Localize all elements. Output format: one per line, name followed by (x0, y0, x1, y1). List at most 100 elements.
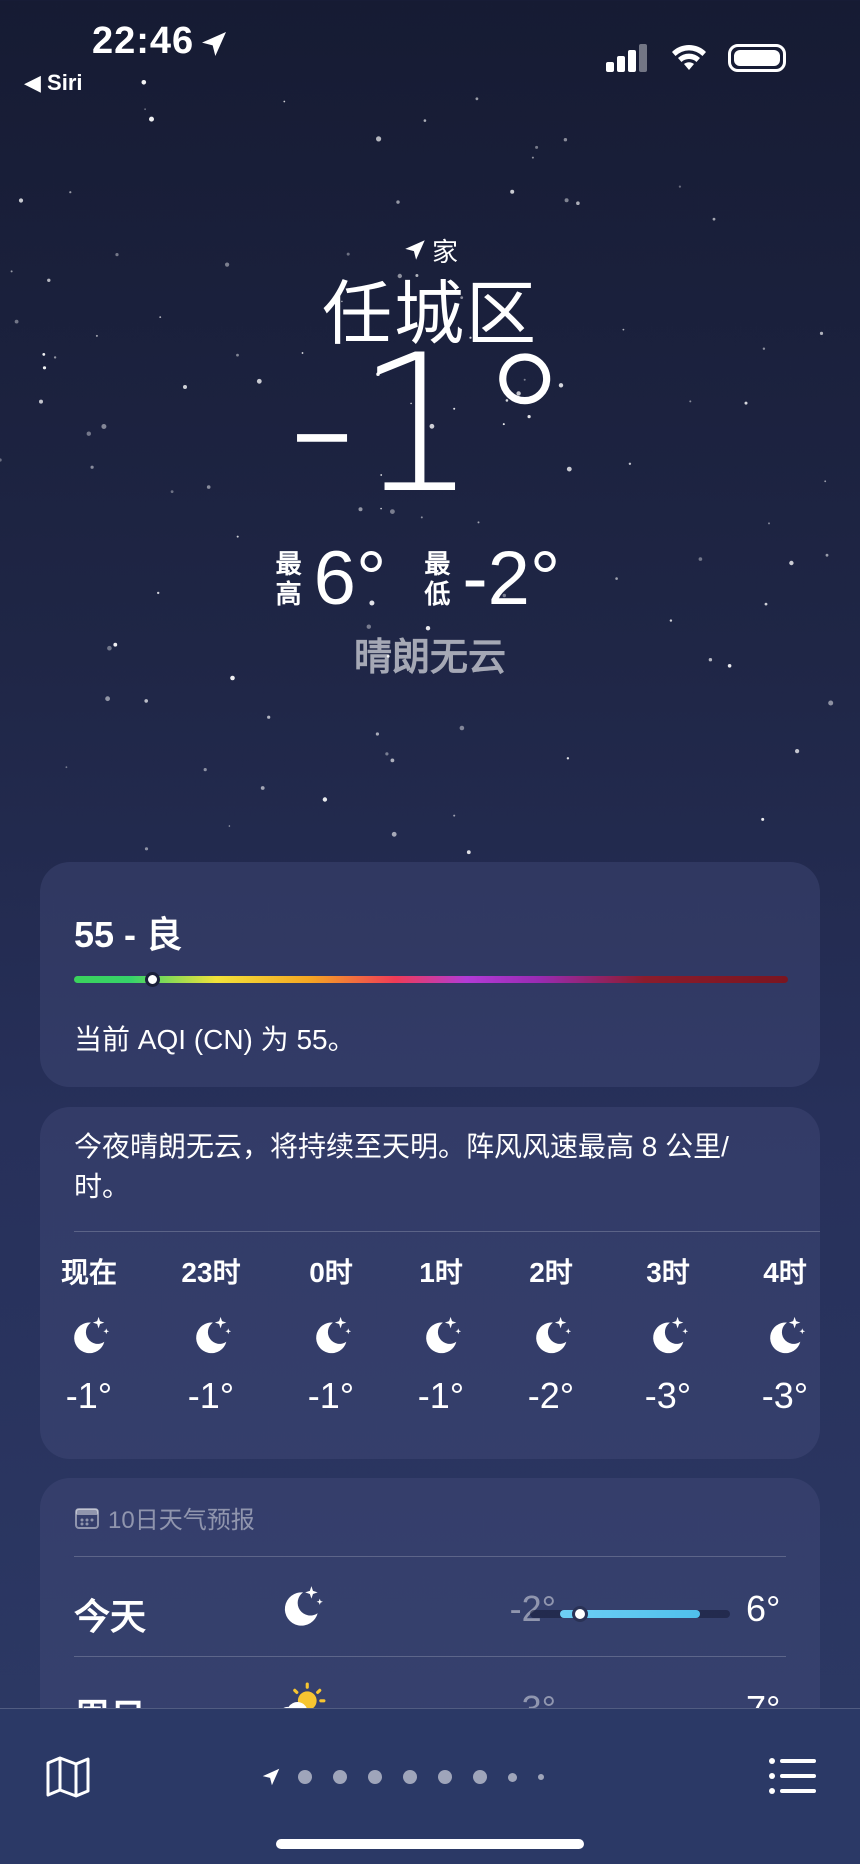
back-to-siri-link[interactable]: ◀ Siri (24, 70, 83, 96)
star (141, 80, 147, 85)
star (576, 201, 580, 205)
star (144, 847, 149, 851)
moon-stars-icon (196, 1316, 232, 1354)
divider (74, 1556, 786, 1557)
aqi-title: 55 - 良 (74, 914, 183, 955)
star (391, 831, 397, 837)
moon-stars-icon (770, 1316, 806, 1354)
hourly-temperature: -2° (527, 1375, 575, 1416)
star (267, 715, 271, 719)
hourly-item: 3时 -3° (613, 1247, 723, 1417)
home-indicator (276, 1839, 584, 1849)
moon-stars-icon (536, 1316, 572, 1354)
day-low-temperature: -2° (509, 1588, 556, 1629)
hourly-time: 3时 (646, 1257, 690, 1288)
moon-stars-icon (653, 1316, 689, 1354)
hourly-item: 现在 -1° (40, 1247, 144, 1417)
divider (74, 1656, 786, 1657)
hourly-scroll-strip[interactable]: 现在 -1° 23时 -1° 0时 -1° 1时 -1° 2时 -2° 3时 -3° 4时 -3° (40, 1247, 820, 1447)
daily-row[interactable]: 今天 -2° 6° (40, 1564, 820, 1654)
hourly-item: 0时 -1° (276, 1247, 386, 1417)
star (563, 138, 568, 142)
star (459, 725, 465, 731)
hourly-temperature: -3° (761, 1375, 809, 1416)
hourly-item: 1时 -1° (386, 1247, 496, 1417)
status-time: 22:46 (92, 20, 195, 62)
page-indicator[interactable] (260, 1765, 565, 1789)
page-dot[interactable] (538, 1774, 544, 1780)
star (761, 817, 765, 821)
weather-condition: 晴朗无云 (353, 637, 506, 679)
hourly-temperature: -1° (65, 1375, 113, 1416)
hourly-time: 0时 (309, 1257, 353, 1288)
moon-stars-icon (284, 1586, 323, 1626)
star (69, 191, 72, 194)
page-dot[interactable] (438, 1770, 452, 1784)
star (228, 825, 231, 827)
star (144, 108, 147, 111)
current-temperature: -1° (287, 314, 573, 535)
city-list-icon[interactable] (768, 1757, 816, 1795)
page-dot[interactable] (403, 1770, 417, 1784)
day-name: 今天 (74, 1596, 147, 1637)
star (768, 522, 770, 525)
hourly-temperature: -1° (307, 1375, 355, 1416)
star (510, 189, 515, 194)
aqi-level-indicator (144, 972, 160, 987)
star (531, 156, 534, 159)
ten-day-title: 10日天气预报 (108, 1507, 255, 1534)
star (65, 766, 68, 769)
location-arrow-icon (202, 32, 226, 56)
air-quality-card[interactable]: 55 - 良 当前 AQI (CN) 为 55。 (40, 862, 820, 1087)
divider (74, 1231, 820, 1232)
star (260, 786, 265, 790)
star (423, 119, 427, 122)
star (283, 100, 286, 103)
star (390, 758, 395, 763)
star (453, 814, 456, 817)
star (18, 198, 24, 203)
page-dot[interactable] (368, 1770, 382, 1784)
hourly-time: 2时 (529, 1257, 573, 1288)
battery-icon (728, 44, 786, 72)
moon-stars-icon (316, 1316, 352, 1354)
cellular-signal-icon (606, 44, 647, 72)
hourly-temperature: -1° (187, 1375, 235, 1416)
star (678, 185, 682, 188)
low-label: 最低 (424, 548, 451, 609)
hourly-time: 1时 (419, 1257, 463, 1288)
low-temperature: -2° (462, 536, 561, 621)
star (535, 145, 539, 149)
high-temperature: 6° (313, 536, 387, 621)
page-dot[interactable] (473, 1770, 487, 1784)
star (564, 198, 569, 203)
current-temperature-marker (572, 1606, 588, 1622)
star (795, 749, 800, 754)
hourly-item: 23时 -1° (156, 1247, 266, 1417)
star (466, 850, 471, 855)
star (375, 732, 379, 736)
page-dot[interactable] (508, 1772, 517, 1782)
page-dot[interactable] (298, 1770, 312, 1784)
bottom-toolbar (0, 1708, 860, 1864)
hourly-summary: 今夜晴朗无云，将持续至天明。阵风风速最高 8 公里/时。 (74, 1131, 729, 1202)
moon-stars-icon (74, 1316, 110, 1354)
hourly-item: 2时 -2° (496, 1247, 606, 1417)
star (322, 797, 328, 802)
star (149, 116, 154, 122)
aqi-description: 当前 AQI (CN) 为 55。 (74, 1024, 356, 1055)
hourly-time: 4时 (763, 1257, 807, 1288)
star (712, 217, 716, 221)
page-dot[interactable] (333, 1770, 347, 1784)
current-location-page-icon[interactable] (260, 1766, 282, 1788)
moon-stars-icon (426, 1316, 462, 1354)
hourly-forecast-card[interactable]: 今夜晴朗无云，将持续至天明。阵风风速最高 8 公里/时。 现在 -1° 23时 -1°… (40, 1107, 820, 1459)
aqi-scale-bar (74, 976, 788, 983)
ten-day-header: 10日天气预报 (74, 1500, 255, 1535)
status-indicators (606, 44, 786, 72)
map-icon[interactable] (44, 1753, 92, 1801)
hourly-time: 现在 (60, 1257, 117, 1288)
star (475, 97, 479, 101)
star (828, 700, 834, 706)
hourly-time: 23时 (181, 1257, 241, 1288)
